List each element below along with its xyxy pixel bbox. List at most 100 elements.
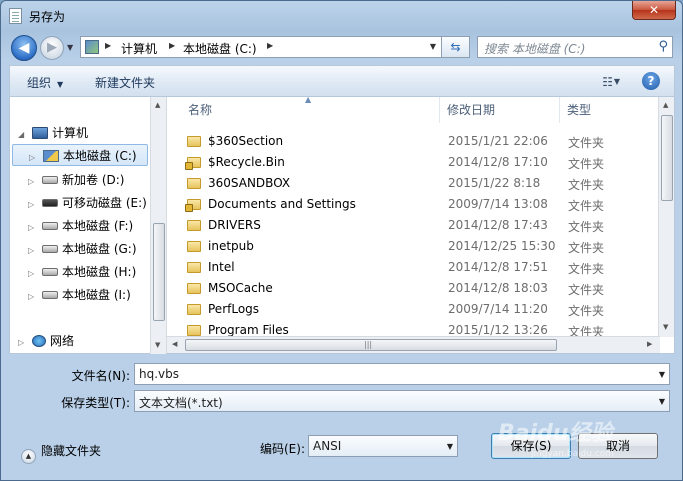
nav-item-label: 本地磁盘 (C:) [63, 149, 137, 163]
nav-item-computer[interactable]: ◢ 计算机 [18, 124, 88, 146]
chevron-down-icon: ▼ [57, 80, 64, 89]
drive-icon [85, 40, 99, 54]
expand-icon[interactable]: ▷ [29, 153, 39, 162]
encoding-value: ANSI [313, 439, 342, 453]
address-dropdown-icon[interactable]: ▼ [430, 42, 436, 51]
nav-item-network[interactable]: ▷ 网络 [18, 332, 74, 354]
nav-item-drive-h[interactable]: ▷ 本地磁盘 (H:) [28, 263, 136, 285]
chevron-up-icon: ▲ [21, 449, 36, 464]
refresh-button[interactable]: ⇆ [442, 36, 470, 58]
expand-icon[interactable]: ▷ [28, 269, 38, 278]
view-options-icon[interactable]: ☷ [602, 75, 613, 89]
expand-collapse-icon[interactable]: ◢ [18, 130, 28, 139]
file-date: 2015/1/22 8:18 [448, 176, 541, 190]
breadcrumb-arrow-icon[interactable]: ▶ [267, 41, 273, 50]
grip-icon: ||| [364, 340, 373, 349]
expand-icon[interactable]: ▷ [28, 246, 38, 255]
forward-button[interactable]: ▶ [40, 36, 64, 60]
scrollbar-thumb[interactable]: ||| [185, 339, 557, 351]
locked-folder-icon [185, 199, 201, 212]
nav-item-drive-d[interactable]: ▷ 新加卷 (D:) [28, 171, 124, 193]
file-name: inetpub [208, 239, 254, 253]
nav-item-label: 本地磁盘 (H:) [62, 265, 137, 279]
scroll-up-icon[interactable]: ▲ [155, 101, 160, 109]
file-row[interactable]: $Recycle.Bin 2014/12/8 17:10 文件夹 [167, 152, 660, 173]
file-row[interactable]: inetpub 2014/12/25 15:30 文件夹 [167, 236, 660, 257]
search-placeholder: 搜索 本地磁盘 (C:) [484, 42, 586, 56]
breadcrumb-drive-c[interactable]: 本地磁盘 (C:) [183, 40, 257, 57]
chevron-down-icon: ▼ [446, 442, 453, 451]
filename-label: 文件名(N): [71, 369, 130, 383]
nav-item-label: 本地磁盘 (G:) [62, 242, 137, 256]
drive-icon [42, 245, 58, 253]
file-row[interactable]: MSOCache 2014/12/8 18:03 文件夹 [167, 278, 660, 299]
expand-icon[interactable]: ▷ [28, 200, 38, 209]
address-bar[interactable]: ▶ 计算机 ▶ 本地磁盘 (C:) ▶ ▼ [80, 36, 442, 58]
cancel-button[interactable]: 取消 [578, 433, 658, 459]
column-header-date[interactable]: 修改日期 [440, 97, 560, 123]
organize-button[interactable]: 组织 ▼ [27, 74, 63, 91]
scrollbar-thumb[interactable] [661, 115, 673, 201]
scrollbar-thumb[interactable] [153, 223, 165, 321]
scroll-right-icon[interactable]: ▶ [647, 340, 652, 348]
breadcrumb-computer[interactable]: 计算机 [121, 40, 157, 57]
folder-icon [187, 178, 201, 189]
drive-icon [42, 176, 58, 184]
chevron-down-icon[interactable]: ▼ [659, 370, 665, 379]
search-icon[interactable]: ⚲ [658, 39, 668, 54]
expand-icon[interactable]: ▷ [28, 177, 38, 186]
new-folder-button[interactable]: 新建文件夹 [95, 74, 155, 91]
navigation-scrollbar[interactable]: ▲ ▼ [150, 97, 166, 354]
file-row[interactable]: PerfLogs 2009/7/14 11:20 文件夹 [167, 299, 660, 320]
column-header-name[interactable]: 名称 [167, 97, 440, 123]
scroll-down-icon[interactable]: ▼ [155, 341, 160, 349]
file-row[interactable]: $360Section 2015/1/21 22:06 文件夹 [167, 131, 660, 152]
command-toolbar: 组织 ▼ 新建文件夹 ☷ ▼ ? [9, 65, 675, 97]
scroll-left-icon[interactable]: ◀ [172, 340, 177, 348]
file-date: 2015/1/21 22:06 [448, 134, 548, 148]
hide-folders-toggle[interactable]: ▲ 隐藏文件夹 [21, 442, 101, 464]
file-list-horizontal-scrollbar[interactable]: ◀ ||| ▶ [167, 336, 660, 353]
help-button[interactable]: ? [642, 72, 660, 90]
file-type: 文件夹 [568, 220, 605, 234]
filetype-select[interactable]: 文本文档(*.txt) ▼ [134, 390, 670, 412]
close-button[interactable]: ✕ [632, 1, 676, 20]
encoding-select[interactable]: ANSI ▼ [308, 435, 458, 457]
search-input[interactable]: 搜索 本地磁盘 (C:) ⚲ [477, 36, 673, 58]
save-as-dialog: 另存为 ✕ ◀ ▶ ▼ ▶ 计算机 ▶ 本地磁盘 (C:) ▶ ▼ ⇆ 搜索 本… [0, 0, 683, 481]
filename-field[interactable]: hq.vbs ▼ [134, 363, 670, 385]
column-header-type[interactable]: 类型 [560, 97, 660, 123]
nav-item-drive-g[interactable]: ▷ 本地磁盘 (G:) [28, 240, 137, 262]
save-button[interactable]: 保存(S) [491, 433, 571, 459]
expand-icon[interactable]: ▷ [28, 292, 38, 301]
chevron-down-icon[interactable]: ▼ [614, 77, 620, 86]
scroll-up-icon[interactable]: ▲ [663, 101, 668, 109]
folder-icon [187, 283, 201, 294]
file-name: DRIVERS [208, 218, 261, 232]
file-row[interactable]: DRIVERS 2014/12/8 17:43 文件夹 [167, 215, 660, 236]
nav-item-label: 本地磁盘 (F:) [62, 219, 134, 233]
breadcrumb-arrow-icon[interactable]: ▶ [105, 41, 111, 50]
drive-icon [42, 268, 58, 276]
breadcrumb-arrow-icon[interactable]: ▶ [169, 41, 175, 50]
file-list-vertical-scrollbar[interactable]: ▲ ▼ [658, 97, 674, 337]
file-row[interactable]: Program Files 2015/1/12 13:26 文件夹 [167, 320, 660, 337]
filename-value: hq.vbs [139, 367, 180, 381]
file-name: 360SANDBOX [208, 176, 291, 190]
nav-item-drive-f[interactable]: ▷ 本地磁盘 (F:) [28, 217, 133, 239]
back-button[interactable]: ◀ [11, 35, 37, 61]
nav-item-drive-c[interactable]: ▷ 本地磁盘 (C:) [12, 144, 148, 166]
file-row[interactable]: Intel 2014/12/8 17:51 文件夹 [167, 257, 660, 278]
recent-locations-chevron-icon[interactable]: ▼ [67, 43, 77, 53]
expand-icon[interactable]: ▷ [18, 338, 28, 347]
folder-icon [187, 262, 201, 273]
nav-item-drive-e[interactable]: ▷ 可移动磁盘 (E:) [28, 194, 147, 216]
expand-icon[interactable]: ▷ [28, 223, 38, 232]
title-bar: 另存为 ✕ [1, 1, 682, 31]
file-name: Documents and Settings [208, 197, 356, 211]
nav-item-drive-i[interactable]: ▷ 本地磁盘 (I:) [28, 286, 131, 308]
file-row[interactable]: 360SANDBOX 2015/1/22 8:18 文件夹 [167, 173, 660, 194]
scroll-down-icon[interactable]: ▼ [663, 323, 668, 331]
file-type: 文件夹 [568, 178, 605, 192]
file-row[interactable]: Documents and Settings 2009/7/14 13:08 文… [167, 194, 660, 215]
